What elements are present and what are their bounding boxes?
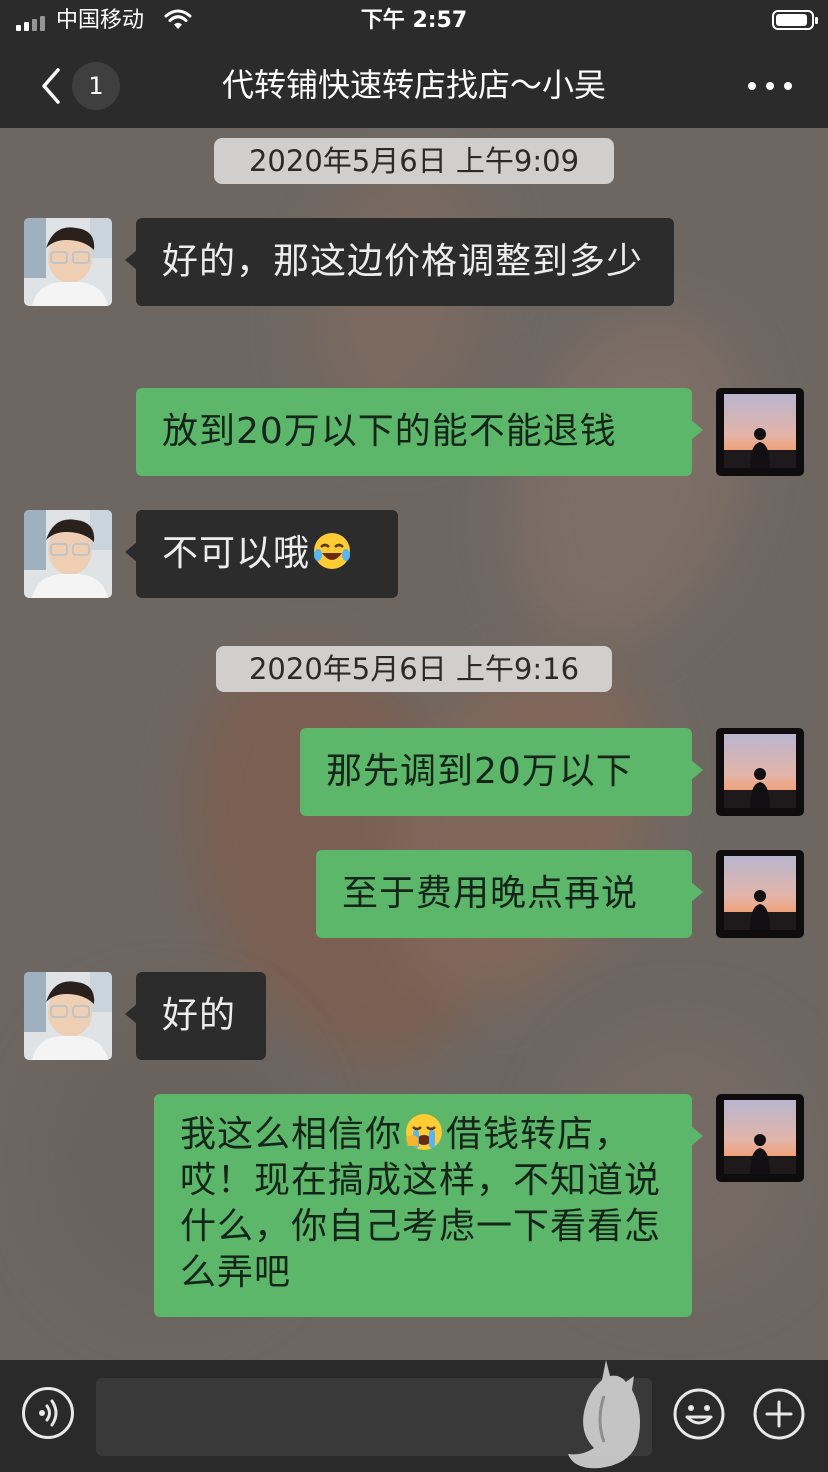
message-text: 放到20万以下的能不能退钱 <box>162 411 617 452</box>
emoji-picker-button[interactable] <box>672 1387 726 1441</box>
self-avatar[interactable] <box>716 850 804 938</box>
message-text: 不可以哦 <box>162 533 311 574</box>
message-bubble-outgoing[interactable]: 放到20万以下的能不能退钱 <box>136 388 703 476</box>
status-time: 下午 2:57 <box>360 8 468 33</box>
self-avatar[interactable] <box>716 1094 804 1182</box>
message-bubble-outgoing[interactable]: 至于费用晚点再说 <box>316 850 703 938</box>
message-text: 至于费用晚点再说 <box>342 873 639 914</box>
message-bubble-outgoing[interactable]: 我这么相信你 借钱转店，哎！现在搞成这样，不知道说什么，你自己考虑一下看看怎么弄… <box>154 1094 703 1317</box>
battery-icon <box>772 10 818 30</box>
message-bubble-incoming[interactable]: 不可以哦 <box>125 510 398 598</box>
voice-input-button[interactable] <box>22 1387 74 1439</box>
timestamp-label: 2020年5月6日 上午9:09 <box>214 138 614 184</box>
message-text: 好的 <box>162 995 237 1036</box>
input-bar <box>0 1360 828 1472</box>
chat-title: 代转铺快速转店找店～小吴 <box>221 66 606 104</box>
timestamp-label: 2020年5月6日 上午9:16 <box>216 646 612 692</box>
battery-level <box>776 14 808 26</box>
nav-bar: 1 代转铺快速转店找店～小吴 <box>0 44 828 128</box>
contact-avatar[interactable] <box>24 510 112 598</box>
message-text: 好的，那这边价格调整到多少 <box>162 241 644 282</box>
self-avatar[interactable] <box>716 388 804 476</box>
message-bubble-outgoing[interactable]: 那先调到20万以下 <box>300 728 703 816</box>
more-options-button[interactable] <box>746 76 794 96</box>
status-bar: 中国移动 下午 2:57 <box>0 0 828 44</box>
contact-avatar[interactable] <box>24 972 112 1060</box>
contact-avatar[interactable] <box>24 218 112 306</box>
chat-screen: 中国移动 下午 2:57 1 代转铺快速转店找店～小吴 2020年5月6日 上午… <box>0 0 828 1472</box>
more-functions-button[interactable] <box>752 1387 806 1441</box>
loudly-crying-emoji-icon <box>406 1114 443 1150</box>
tears-of-joy-emoji-icon <box>314 533 351 569</box>
message-text: 我这么相信你 <box>180 1114 403 1155</box>
message-bubble-incoming[interactable]: 好的，那这边价格调整到多少 <box>125 218 674 306</box>
message-text: 那先调到20万以下 <box>326 751 633 792</box>
voice-icon <box>39 1399 58 1427</box>
self-avatar[interactable] <box>716 728 804 816</box>
cat-watermark-icon <box>568 1360 640 1469</box>
message-bubble-incoming[interactable]: 好的 <box>125 972 266 1060</box>
